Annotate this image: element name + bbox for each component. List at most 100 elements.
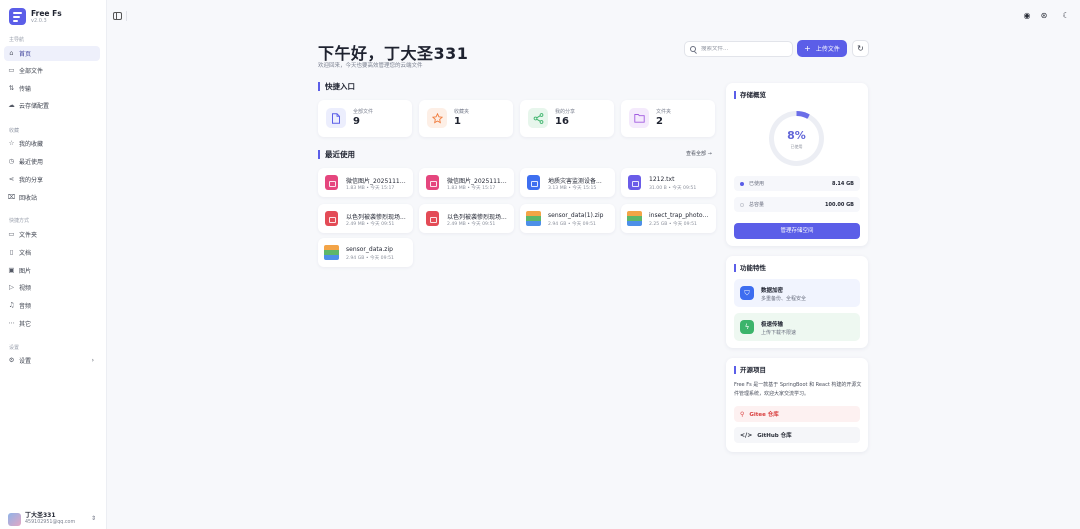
manage-storage-button[interactable]: 管理存储空间: [734, 223, 860, 239]
see-all-link[interactable]: 查看全部 →: [686, 150, 712, 157]
archive-file-icon: [526, 211, 541, 226]
image-icon: ▣: [8, 266, 15, 274]
music-icon: ♫: [8, 301, 15, 309]
sidebar-item-label: 文档: [19, 250, 32, 257]
refresh-icon: ↻: [857, 44, 864, 53]
file-name: 以色列被袭惨烈现场...: [346, 214, 406, 221]
storage-used-value: 8.14 GB: [832, 180, 854, 187]
user-profile[interactable]: 丁大圣331 459102951@qq.com ⇕: [8, 512, 98, 526]
file-meta: 2.94 GB • 今天 09:51: [346, 256, 394, 261]
user-email: 459102951@qq.com: [25, 520, 76, 525]
stat-value: 9: [353, 116, 360, 127]
file-card[interactable]: insect_trap_photos... 2.25 GB • 今天 09:51: [621, 204, 716, 233]
sidebar-item-transfer[interactable]: ⇅ 传输: [4, 81, 100, 96]
feature-desc: 上传下载不限速: [761, 330, 797, 336]
shield-icon: ⛉: [740, 286, 754, 300]
sidebar-item-recent[interactable]: ◷ 最近使用: [4, 154, 100, 169]
storage-usage-ring: 8% 已使用: [769, 111, 824, 166]
stat-label: 收藏夹: [454, 109, 470, 115]
file-card[interactable]: sensor_data(1).zip 2.94 GB • 今天 09:51: [520, 204, 615, 233]
sidebar-item-home[interactable]: ⌂ 首页: [4, 46, 100, 61]
lightning-icon: ϟ: [740, 320, 754, 334]
link-icon: ⚲: [740, 410, 745, 418]
sidebar-item-shares[interactable]: ⋖ 我的分享: [4, 172, 100, 187]
refresh-button[interactable]: ↻: [852, 40, 869, 57]
search-input[interactable]: [701, 46, 791, 52]
file-card[interactable]: 以色列被袭惨烈现场... 2.49 MB • 今天 09:51: [318, 204, 413, 233]
divider: [126, 11, 127, 21]
file-card[interactable]: 以色列被袭惨烈现场... 2.49 MB • 今天 09:51: [419, 204, 514, 233]
storage-total-row: 总容量 100.00 GB: [734, 197, 860, 212]
code-icon: </>: [740, 431, 753, 439]
file-name: 以色列被袭惨烈现场...: [447, 214, 507, 221]
github-repo-link[interactable]: </> GitHub 仓库: [734, 427, 860, 443]
sidebar-item-label: 音频: [19, 303, 32, 310]
stat-icon-box: [629, 108, 649, 128]
total-dot: [740, 202, 744, 207]
image-file-icon: [426, 175, 439, 190]
brand[interactable]: Free Fs v2.0.3: [9, 8, 62, 25]
gitee-label: Gitee 仓库: [749, 412, 779, 418]
sidebar-item-cloud-storage[interactable]: ☁ 云存储配置: [4, 98, 100, 113]
stat-value: 2: [656, 116, 663, 127]
stat-card-shares[interactable]: 我的分享 16: [520, 100, 614, 137]
file-name: 微信图片_20251117...: [447, 178, 509, 185]
sidebar-item-images[interactable]: ▣ 图片: [4, 263, 100, 278]
sidebar-item-videos[interactable]: ▷ 视频: [4, 280, 100, 295]
sidebar-item-folders[interactable]: ▭ 文件夹: [4, 227, 100, 242]
file-card[interactable]: 1212.txt 31.00 B • 今天 09:51: [621, 168, 716, 197]
feature-encryption: ⛉ 数据加密 多重备份、全程安全: [734, 279, 860, 307]
storage-used-row: 已使用 8.14 GB: [734, 176, 860, 191]
search-box[interactable]: [684, 41, 793, 57]
stat-label: 我的分享: [555, 109, 576, 115]
sidebar-item-trash[interactable]: ⌧ 回收站: [4, 190, 100, 205]
support-icon[interactable]: ⊛: [1039, 11, 1049, 21]
file-name: sensor_data.zip: [346, 246, 393, 253]
sidebar-item-label: 设置: [19, 358, 32, 365]
stat-card-all-files[interactable]: 全部文件 9: [318, 100, 412, 137]
chevron-up-down-icon: ⇕: [90, 515, 96, 522]
stat-icon-box: [528, 108, 548, 128]
stat-card-favorites[interactable]: 收藏夹 1: [419, 100, 513, 137]
used-dot: [740, 181, 744, 186]
gitee-repo-link[interactable]: ⚲ Gitee 仓库: [734, 406, 860, 422]
file-card[interactable]: 地质灾害监测设备... 3.13 MB • 今天 15:15: [520, 168, 615, 197]
sidebar-item-label: 文件夹: [19, 232, 38, 239]
feature-fast-transfer: ϟ 极速传输 上传下载不限速: [734, 313, 860, 341]
file-card[interactable]: sensor_data.zip 2.94 GB • 今天 09:51: [318, 238, 413, 267]
quick-access-title: 快捷入口: [318, 82, 355, 91]
sidebar-item-label: 我的分享: [19, 177, 44, 184]
stat-card-folders[interactable]: 文件夹 2: [621, 100, 715, 137]
sidebar-toggle-icon[interactable]: [113, 12, 122, 20]
sidebar-item-other[interactable]: ⋯ 其它: [4, 316, 100, 331]
share-icon: [533, 112, 543, 124]
file-name: 地质灾害监测设备...: [548, 178, 602, 185]
sidebar-item-audio[interactable]: ♫ 音频: [4, 298, 100, 313]
file-icon: [332, 112, 340, 124]
text-file-icon: [628, 175, 641, 190]
stat-label: 文件夹: [656, 109, 672, 115]
moon-icon[interactable]: ☾: [1061, 11, 1071, 21]
file-name: sensor_data(1).zip: [548, 212, 604, 219]
folder-icon: [633, 114, 645, 123]
recent-title: 最近使用: [318, 150, 355, 159]
file-meta: 1.83 MB • 今天 15:17: [346, 186, 395, 191]
app-name: Free Fs: [31, 8, 62, 18]
sidebar-item-favorites[interactable]: ☆ 我的收藏: [4, 136, 100, 151]
file-name: 微信图片_20251117...: [346, 178, 408, 185]
file-card[interactable]: 微信图片_20251117... 1.83 MB • 今天 15:17: [419, 168, 514, 197]
cloud-storage-icon: ☁: [8, 101, 15, 109]
storage-percent: 8%: [787, 129, 806, 142]
feature-title: 数据加密: [761, 288, 784, 294]
sidebar-item-all-files[interactable]: ▭ 全部文件: [4, 63, 100, 78]
app-logo-icon: [9, 8, 26, 25]
sidebar-item-settings[interactable]: ⚙ 设置 ›: [4, 353, 100, 368]
sidebar-item-documents[interactable]: ▯ 文档: [4, 245, 100, 260]
home-icon: ⌂: [9, 49, 14, 57]
plus-icon: +: [804, 43, 811, 53]
nav-section-favorites: 收藏: [9, 128, 20, 134]
upload-button[interactable]: + 上传文件: [797, 40, 847, 57]
github-icon[interactable]: ◉: [1022, 11, 1032, 21]
sidebar: Free Fs v2.0.3 主导航 ⌂ 首页 ▭ 全部文件 ⇅ 传输 ☁ 云存储配置 …: [0, 0, 107, 529]
file-card[interactable]: 微信图片_20251117... 1.83 MB • 今天 15:17: [318, 168, 413, 197]
